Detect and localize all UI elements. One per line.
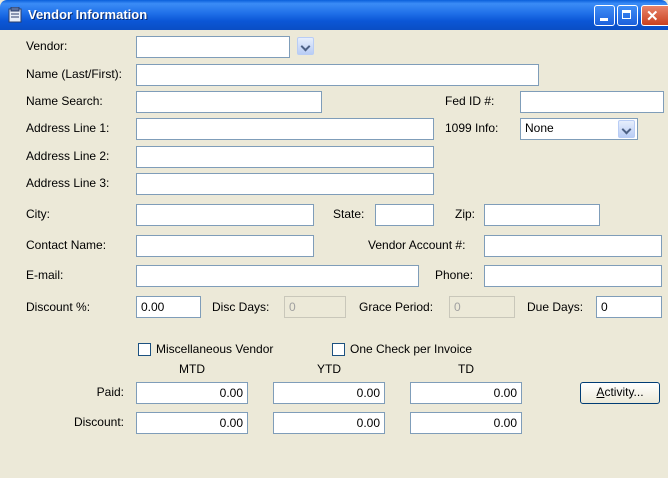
contact-name-input[interactable] [136, 235, 314, 257]
zip-label: Zip: [455, 207, 476, 221]
address-line-1-label: Address Line 1: [26, 121, 110, 135]
form-area: Vendor: Name (Last/First): Name Search: … [0, 30, 668, 478]
misc-vendor-label: Miscellaneous Vendor [156, 342, 274, 356]
address-line-3-input[interactable] [136, 173, 434, 195]
due-days-label: Due Days: [527, 300, 584, 314]
ytd-header: YTD [317, 362, 341, 376]
paid-td-input[interactable] [410, 382, 522, 404]
phone-label: Phone: [435, 268, 474, 282]
discount-percent-label: Discount %: [26, 300, 91, 314]
minimize-icon[interactable] [594, 5, 615, 26]
info-1099-label: 1099 Info: [445, 121, 499, 135]
email-input[interactable] [136, 265, 419, 287]
state-input[interactable] [375, 204, 434, 226]
vendor-account-input[interactable] [484, 235, 662, 257]
fed-id-input[interactable] [520, 91, 664, 113]
misc-vendor-checkbox[interactable] [138, 343, 151, 356]
window-title: Vendor Information [28, 7, 148, 22]
chevron-down-icon[interactable] [618, 120, 635, 138]
info-1099-select[interactable]: None [520, 118, 638, 140]
vendor-information-window: Vendor Information ✕ Vendor: Name (Last/… [0, 0, 668, 478]
td-header: TD [458, 362, 474, 376]
vendor-account-label: Vendor Account #: [368, 238, 466, 252]
name-search-label: Name Search: [26, 94, 103, 108]
contact-name-label: Contact Name: [26, 238, 107, 252]
grace-period-label: Grace Period: [359, 300, 434, 314]
discount-percent-input[interactable] [136, 296, 201, 318]
address-line-3-label: Address Line 3: [26, 176, 110, 190]
info-1099-value: None [525, 121, 554, 135]
one-check-checkbox[interactable] [332, 343, 345, 356]
maximize-icon[interactable] [617, 5, 638, 26]
state-label: State: [333, 207, 365, 221]
paid-label: Paid: [96, 385, 124, 399]
address-line-2-input[interactable] [136, 146, 434, 168]
one-check-label: One Check per Invoice [350, 342, 473, 356]
discount-ytd-input[interactable] [273, 412, 385, 434]
close-icon[interactable]: ✕ [641, 5, 668, 26]
discount-label: Discount: [73, 415, 124, 429]
email-label: E-mail: [26, 268, 64, 282]
due-days-input[interactable] [596, 296, 662, 318]
zip-input[interactable] [484, 204, 600, 226]
name-search-input[interactable] [136, 91, 322, 113]
vendor-label: Vendor: [26, 39, 68, 53]
discount-mtd-input[interactable] [136, 412, 248, 434]
mtd-header: MTD [179, 362, 205, 376]
chevron-down-icon[interactable] [297, 37, 314, 55]
disc-days-label: Disc Days: [212, 300, 270, 314]
city-label: City: [26, 207, 50, 221]
activity-button[interactable]: Activity... [580, 382, 660, 404]
address-line-1-input[interactable] [136, 118, 434, 140]
vendor-field[interactable] [136, 36, 290, 58]
grace-period-input [449, 296, 515, 318]
city-input[interactable] [136, 204, 314, 226]
paid-mtd-input[interactable] [136, 382, 248, 404]
fed-id-label: Fed ID #: [445, 94, 495, 108]
address-line-2-label: Address Line 2: [26, 149, 110, 163]
title-bar[interactable]: Vendor Information ✕ [0, 0, 668, 30]
name-label: Name (Last/First): [26, 67, 123, 81]
discount-td-input[interactable] [410, 412, 522, 434]
disc-days-input [284, 296, 346, 318]
document-icon [8, 7, 22, 23]
name-input[interactable] [136, 64, 539, 86]
phone-input[interactable] [484, 265, 662, 287]
paid-ytd-input[interactable] [273, 382, 385, 404]
